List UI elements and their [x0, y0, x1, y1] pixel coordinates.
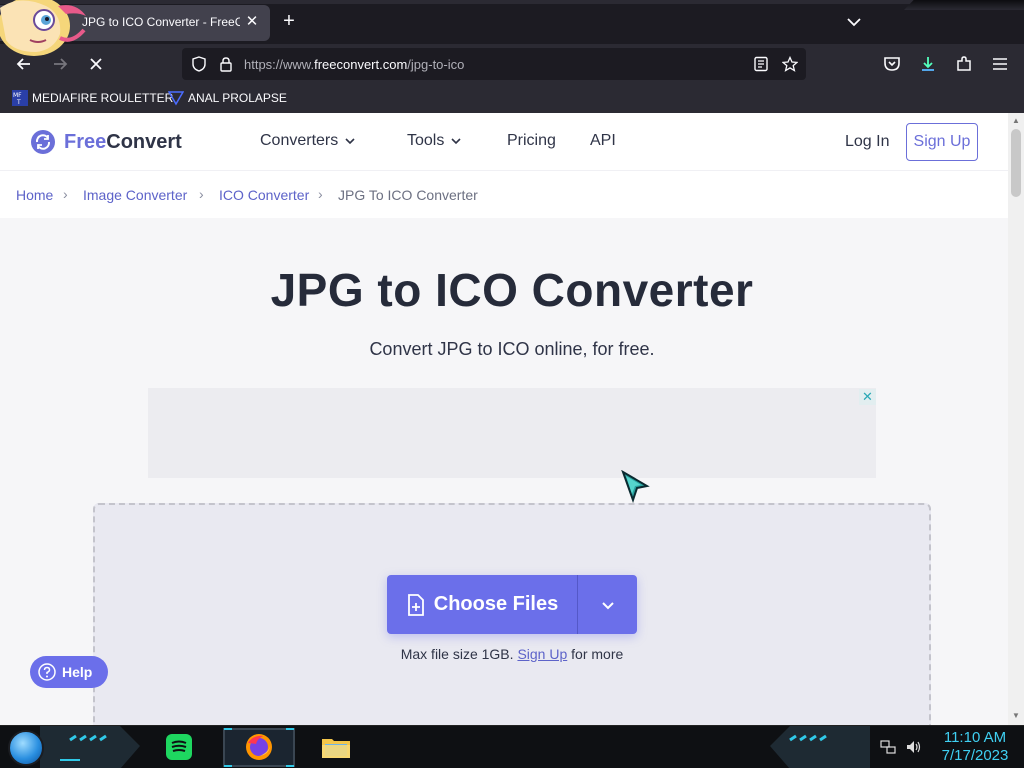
mouse-cursor-icon	[621, 470, 650, 504]
choose-files-label: Choose Files	[433, 593, 559, 615]
bookmark-second[interactable]: ANAL PROLAPSE	[168, 89, 287, 107]
hamburger-menu-icon[interactable]	[990, 54, 1010, 74]
taskbar-decoration-right	[770, 726, 870, 768]
taskbar: 11:10 AM 7/17/2023	[0, 725, 1024, 768]
stop-loading-icon[interactable]	[86, 54, 106, 74]
bookmark-label: MEDIAFIRE ROULETTER	[32, 91, 174, 105]
help-question-icon	[38, 663, 56, 681]
firefox-icon[interactable]	[243, 731, 275, 763]
help-label: Help	[62, 664, 93, 680]
logo-text: FreeConvert	[64, 131, 182, 154]
signup-link[interactable]: Sign Up	[517, 646, 567, 662]
bookmarks-toolbar: MF T MEDIAFIRE ROULETTER ANAL PROLAPSE	[0, 84, 1024, 113]
nav-converters-label: Converters	[260, 132, 339, 149]
mft-icon: MF T	[12, 90, 28, 106]
page-scrollbar[interactable]: ▲ ▼	[1008, 113, 1024, 725]
navigation-toolbar: https://www.freeconvert.com/jpg-to-ico	[0, 44, 1024, 84]
url-text[interactable]: https://www.freeconvert.com/jpg-to-ico	[244, 57, 464, 72]
nav-pricing-label: Pricing	[507, 132, 556, 149]
chevron-down-icon	[345, 138, 355, 145]
max-file-size-note: Max file size 1GB. Sign Up for more	[0, 646, 1008, 662]
lock-icon[interactable]	[218, 56, 234, 72]
clock-time: 11:10 AM	[943, 729, 1007, 746]
breadcrumb-home[interactable]: Home	[16, 187, 53, 203]
choose-files-button[interactable]: Choose Files	[387, 575, 577, 634]
site-header: FreeConvert Converters Tools Pricing API…	[0, 113, 1008, 170]
extensions-icon[interactable]	[954, 54, 974, 74]
address-bar[interactable]: https://www.freeconvert.com/jpg-to-ico	[182, 48, 806, 80]
ad-close-icon[interactable]: ✕	[859, 389, 876, 405]
breadcrumb-ico-converter[interactable]: ICO Converter	[219, 187, 309, 203]
tab-title: JPG to ICO Converter - FreeConvert	[82, 15, 240, 29]
page-subtitle: Convert JPG to ICO online, for free.	[369, 339, 655, 359]
bookmark-icon	[168, 91, 184, 106]
freeconvert-logo[interactable]: FreeConvert	[30, 129, 182, 155]
logo-free: Free	[64, 130, 107, 153]
scrollbar-thumb[interactable]	[1011, 129, 1021, 197]
avatar-icon	[0, 0, 86, 56]
bookmark-mediafire-rouletter[interactable]: MF T MEDIAFIRE ROULETTER	[12, 89, 173, 107]
new-tab-button[interactable]: +	[279, 11, 299, 32]
nav-converters[interactable]: Converters	[260, 132, 356, 150]
breadcrumb-separator: ›	[318, 186, 323, 202]
nav-api[interactable]: API	[590, 132, 616, 150]
tab-bar: JPG to ICO Converter - FreeConvert ✕ +	[0, 0, 1024, 56]
choose-files-button-group: Choose Files	[387, 575, 637, 634]
breadcrumb-image-converter[interactable]: Image Converter	[83, 187, 187, 203]
url-domain: freeconvert.com	[314, 57, 408, 72]
login-link[interactable]: Log In	[845, 133, 889, 151]
window-frame-decoration	[904, 0, 1024, 10]
svg-text:T: T	[16, 99, 21, 106]
breadcrumb-current: JPG To ICO Converter	[338, 187, 478, 203]
page-title: JPG to ICO Converter	[270, 264, 754, 316]
freeconvert-logo-icon	[31, 130, 55, 154]
chevron-down-icon	[601, 601, 614, 609]
pocket-icon[interactable]	[882, 54, 902, 74]
file-add-icon	[407, 593, 424, 616]
bookmark-star-icon[interactable]	[782, 56, 798, 72]
ad-banner[interactable]	[148, 388, 876, 478]
breadcrumb-separator: ›	[199, 186, 204, 202]
logo-convert: Convert	[106, 130, 182, 153]
taskbar-decoration	[40, 726, 140, 768]
max-size-text: Max file size 1GB.	[400, 646, 514, 662]
tab-close-icon[interactable]: ✕	[243, 13, 261, 31]
downloads-icon[interactable]	[918, 54, 938, 74]
nav-tools-label: Tools	[407, 132, 445, 149]
nav-tools[interactable]: Tools	[407, 132, 462, 150]
clock-date: 7/17/2023	[941, 747, 1009, 764]
nav-api-label: API	[590, 132, 616, 149]
breadcrumb: Home › Image Converter › ICO Converter ›…	[0, 170, 1008, 218]
url-path: /jpg-to-ico	[407, 57, 465, 72]
svg-text:MF: MF	[13, 92, 22, 99]
web-page: FreeConvert Converters Tools Pricing API…	[0, 113, 1008, 725]
nav-pricing[interactable]: Pricing	[507, 132, 556, 150]
help-button[interactable]: Help	[30, 656, 108, 688]
spotify-icon[interactable]	[163, 731, 195, 763]
file-explorer-icon[interactable]	[320, 731, 352, 763]
breadcrumb-separator: ›	[63, 186, 68, 202]
tracking-protection-shield-icon[interactable]	[191, 56, 207, 72]
url-prefix: https://www.	[244, 57, 315, 72]
list-all-tabs-icon[interactable]	[844, 12, 864, 32]
title-bar-edge	[0, 0, 1024, 4]
scroll-up-arrow-icon[interactable]: ▲	[1011, 116, 1021, 126]
scroll-down-arrow-icon[interactable]: ▼	[1011, 711, 1021, 721]
system-clock[interactable]: 11:10 AM 7/17/2023	[935, 729, 1015, 765]
network-icon[interactable]	[880, 739, 896, 755]
chevron-down-icon	[451, 138, 461, 145]
start-button[interactable]	[8, 730, 44, 766]
choose-source-dropdown[interactable]	[578, 575, 637, 634]
reader-view-icon[interactable]	[753, 56, 769, 72]
bookmark-label: ANAL PROLAPSE	[188, 91, 287, 105]
volume-icon[interactable]	[905, 739, 921, 755]
signup-button[interactable]: Sign Up	[906, 123, 978, 161]
max-size-suffix: for more	[571, 646, 624, 662]
